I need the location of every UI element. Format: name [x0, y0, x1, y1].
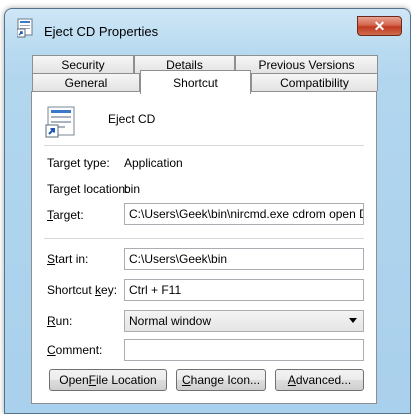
tab-compatibility[interactable]: Compatibility — [251, 73, 378, 91]
comment-label: Comment: — [47, 343, 102, 357]
button-label-2: ile Location — [95, 373, 157, 387]
divider — [44, 238, 364, 239]
start-in-field[interactable]: C:\Users\Geek\bin — [124, 248, 364, 270]
comment-label-text-2: mment: — [62, 343, 103, 357]
shortcut-name: Eject CD — [108, 112, 156, 126]
window-title: Eject CD Properties — [44, 24, 159, 39]
button-label: dvanced... — [295, 373, 352, 387]
shortcut-key-field-value: Ctrl + F11 — [129, 283, 182, 297]
target-label: Target: — [47, 208, 84, 222]
tab-label: Compatibility — [280, 75, 349, 90]
shortcut-key-label: Shortcut key: — [47, 283, 117, 297]
close-icon: ✕ — [373, 17, 386, 34]
button-label: Open — [59, 373, 89, 387]
change-icon-button[interactable]: Change Icon... — [176, 369, 266, 391]
tab-label: Previous Versions — [258, 57, 355, 72]
advanced-button[interactable]: Advanced... — [275, 369, 364, 391]
start-in-label-accel: S — [47, 252, 56, 266]
button-label-accel: F — [88, 373, 96, 387]
shortcut-key-label-text: Shortcut — [47, 283, 96, 297]
divider — [44, 145, 364, 146]
open-file-location-button[interactable]: Open File Location — [49, 369, 167, 391]
tab-general[interactable]: General — [32, 73, 140, 91]
start-in-field-value: C:\Users\Geek\bin — [129, 252, 228, 266]
run-label-accel: R — [47, 314, 56, 328]
shortcut-key-field[interactable]: Ctrl + F11 — [124, 279, 364, 301]
run-label-text: un: — [55, 314, 73, 328]
chevron-down-icon — [349, 318, 357, 323]
target-location-label: Target location: — [47, 182, 129, 196]
run-select[interactable]: Normal window — [124, 310, 364, 332]
comment-label-accel: C — [47, 343, 56, 357]
title-bar[interactable]: Eject CD Properties ✕ — [5, 9, 410, 49]
target-location-value: bin — [124, 182, 141, 196]
shortcut-large-icon — [45, 106, 77, 138]
start-in-label: Start in: — [47, 252, 88, 266]
tab-label: Shortcut — [173, 75, 218, 90]
button-label: hange Icon... — [190, 373, 261, 387]
target-label-text: arget: — [53, 208, 84, 222]
button-label-accel: C — [181, 373, 191, 387]
close-button[interactable]: ✕ — [357, 16, 402, 36]
target-type-label: Target type: — [47, 156, 110, 170]
target-field-value: C:\Users\Geek\bin\nircmd.exe cdrom open … — [129, 207, 364, 221]
shortcut-key-label-text-2: ey: — [101, 283, 118, 297]
tab-label: Security — [61, 57, 105, 72]
shortcut-app-icon — [16, 18, 37, 38]
target-field[interactable]: C:\Users\Geek\bin\nircmd.exe cdrom open … — [124, 203, 364, 225]
tab-security[interactable]: Security — [32, 55, 134, 73]
comment-field[interactable] — [124, 339, 364, 361]
tab-label: General — [64, 75, 108, 90]
target-type-value: Application — [124, 156, 183, 170]
button-label-accel: A — [287, 373, 296, 387]
run-select-value: Normal window — [129, 314, 212, 328]
run-label: Run: — [47, 314, 72, 328]
start-in-label-text: tart in: — [55, 252, 89, 266]
tab-shortcut[interactable]: Shortcut — [140, 70, 251, 94]
tab-previous-versions[interactable]: Previous Versions — [235, 55, 378, 73]
